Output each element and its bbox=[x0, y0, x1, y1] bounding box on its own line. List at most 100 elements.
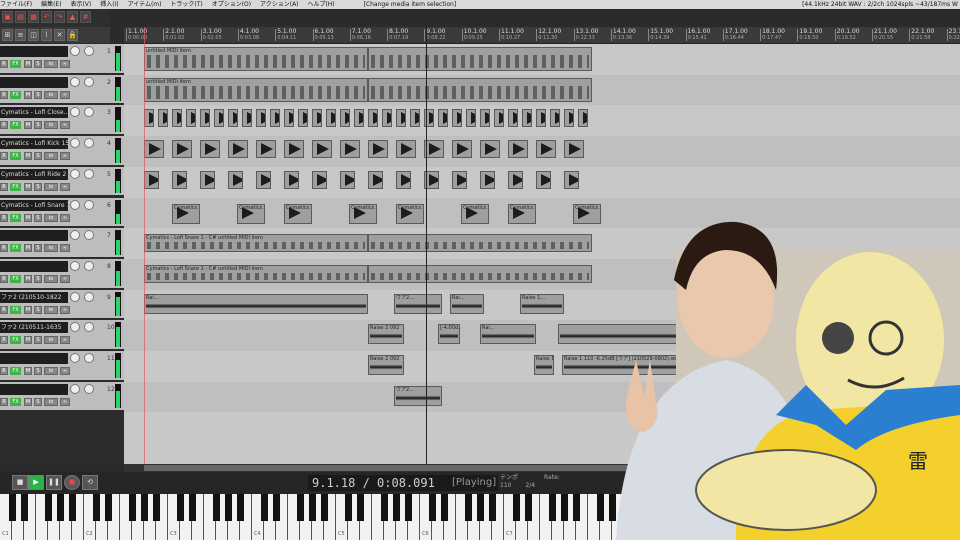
solo-button[interactable]: S bbox=[34, 90, 42, 99]
mute-button[interactable]: M bbox=[24, 367, 32, 375]
fx-button[interactable]: FX bbox=[10, 274, 21, 283]
grouping-icon[interactable]: ◫ bbox=[28, 29, 39, 41]
media-item[interactable]: Cymatics... bbox=[396, 203, 424, 224]
pan-knob[interactable] bbox=[84, 76, 94, 87]
track-name[interactable]: ファ2 (210510-1822 bbox=[0, 291, 68, 303]
volume-knob[interactable] bbox=[70, 230, 80, 241]
fx-button[interactable]: FX bbox=[10, 60, 21, 68]
media-item[interactable] bbox=[536, 109, 546, 128]
track-name[interactable]: Cymatics - Lofi Snare 1 bbox=[0, 199, 68, 211]
mute-button[interactable]: M bbox=[24, 121, 32, 130]
media-item[interactable] bbox=[424, 140, 444, 159]
track-name[interactable] bbox=[0, 76, 68, 88]
black-key[interactable] bbox=[8, 494, 16, 521]
black-key[interactable] bbox=[524, 494, 532, 521]
black-key[interactable] bbox=[908, 494, 916, 521]
media-item[interactable] bbox=[396, 170, 411, 189]
black-key[interactable] bbox=[464, 494, 472, 521]
black-key[interactable] bbox=[428, 494, 436, 521]
media-item[interactable] bbox=[368, 140, 388, 159]
envelope-button[interactable]: ≈ bbox=[60, 182, 70, 191]
mute-button[interactable]: M bbox=[24, 305, 32, 314]
menu-options[interactable]: オプション(O) bbox=[212, 0, 251, 9]
envelope-button[interactable]: ≈ bbox=[60, 121, 70, 130]
media-item[interactable] bbox=[256, 109, 266, 128]
io-button[interactable]: io bbox=[44, 397, 58, 406]
grid-icon[interactable]: # bbox=[80, 11, 91, 23]
media-item[interactable] bbox=[340, 170, 355, 189]
black-key[interactable] bbox=[824, 494, 832, 521]
io-button[interactable]: io bbox=[44, 336, 58, 345]
black-key[interactable] bbox=[272, 494, 280, 521]
black-key[interactable] bbox=[320, 494, 328, 521]
media-item[interactable] bbox=[270, 109, 280, 128]
media-item[interactable] bbox=[564, 109, 574, 128]
black-key[interactable] bbox=[44, 494, 52, 521]
black-key[interactable] bbox=[800, 494, 808, 521]
timeline-ruler[interactable]: 1.1.00 0:00.00 2.1.00 0:01.02 3.1.00 0:02.05 4… bbox=[124, 27, 960, 44]
track-lane[interactable] bbox=[124, 320, 960, 351]
undo-icon[interactable]: ↶ bbox=[41, 11, 52, 23]
media-item[interactable] bbox=[558, 324, 778, 345]
menu-help[interactable]: ヘルプ(H) bbox=[307, 0, 334, 9]
solo-button[interactable]: S bbox=[34, 274, 42, 283]
media-item[interactable] bbox=[298, 109, 308, 128]
media-item[interactable] bbox=[228, 109, 238, 128]
black-key[interactable] bbox=[848, 494, 856, 521]
fx-button[interactable]: FX bbox=[10, 305, 21, 314]
media-item[interactable] bbox=[144, 170, 159, 189]
pan-knob[interactable] bbox=[84, 353, 94, 363]
pan-knob[interactable] bbox=[84, 322, 94, 333]
io-button[interactable]: io bbox=[44, 121, 58, 130]
media-item[interactable] bbox=[508, 170, 523, 189]
track-name[interactable] bbox=[0, 46, 68, 57]
media-item[interactable] bbox=[508, 109, 518, 128]
media-item[interactable]: untitled MIDI item bbox=[144, 47, 368, 71]
track-header[interactable]: R FX M Sio ≈2 bbox=[0, 74, 124, 106]
crossfade-icon[interactable]: ✕ bbox=[54, 29, 65, 41]
black-key[interactable] bbox=[632, 494, 640, 521]
media-item[interactable]: ヴア2... bbox=[394, 385, 442, 406]
black-key[interactable] bbox=[596, 494, 604, 521]
black-key[interactable] bbox=[656, 494, 664, 521]
black-key[interactable] bbox=[152, 494, 160, 521]
open-project-icon[interactable]: ▤ bbox=[15, 11, 26, 23]
pan-knob[interactable] bbox=[84, 46, 94, 56]
mute-button[interactable]: M bbox=[24, 336, 32, 345]
track-name[interactable]: Cymatics - Lofi Close..5 bbox=[0, 107, 68, 119]
track-name[interactable]: Cymatics - Lofi Ride 2 bbox=[0, 168, 68, 180]
black-key[interactable] bbox=[188, 494, 196, 521]
media-item[interactable] bbox=[480, 170, 495, 189]
black-key[interactable] bbox=[236, 494, 244, 521]
track-header[interactable]: Cymatics - Lofi Ride 2 R FX M Sio ≈5 bbox=[0, 166, 124, 198]
fx-button[interactable]: FX bbox=[10, 90, 21, 99]
black-key[interactable] bbox=[104, 494, 112, 521]
solo-button[interactable]: S bbox=[34, 336, 42, 345]
media-item[interactable] bbox=[480, 140, 500, 159]
pause-button[interactable]: ❚❚ bbox=[46, 475, 62, 490]
mute-button[interactable]: M bbox=[24, 213, 32, 222]
envelope-icon[interactable]: ⌇ bbox=[41, 29, 52, 41]
media-item[interactable] bbox=[368, 47, 592, 71]
mute-button[interactable]: M bbox=[24, 60, 32, 68]
metronome-icon[interactable]: ▲ bbox=[67, 11, 78, 23]
black-key[interactable] bbox=[404, 494, 412, 521]
black-key[interactable] bbox=[812, 494, 820, 521]
media-item[interactable] bbox=[368, 170, 383, 189]
media-item[interactable] bbox=[284, 109, 294, 128]
black-key[interactable] bbox=[944, 494, 952, 521]
black-key[interactable] bbox=[740, 494, 748, 521]
black-key[interactable] bbox=[764, 494, 772, 521]
io-button[interactable]: io bbox=[44, 244, 58, 253]
media-item[interactable]: Cymatics... bbox=[508, 203, 536, 224]
envelope-button[interactable]: ≈ bbox=[60, 274, 70, 283]
black-key[interactable] bbox=[380, 494, 388, 521]
media-item[interactable] bbox=[284, 140, 304, 159]
media-item[interactable] bbox=[452, 140, 472, 159]
media-item[interactable] bbox=[564, 140, 584, 159]
track-header[interactable]: Cymatics - Lofi Snare 1 R FX M Sio ≈6 bbox=[0, 197, 124, 229]
media-item[interactable]: Raise 1... bbox=[520, 293, 564, 314]
track-header[interactable]: R FX M Sio ≈1 bbox=[0, 44, 124, 75]
redo-icon[interactable]: ↷ bbox=[54, 11, 65, 23]
media-item[interactable] bbox=[326, 109, 336, 128]
